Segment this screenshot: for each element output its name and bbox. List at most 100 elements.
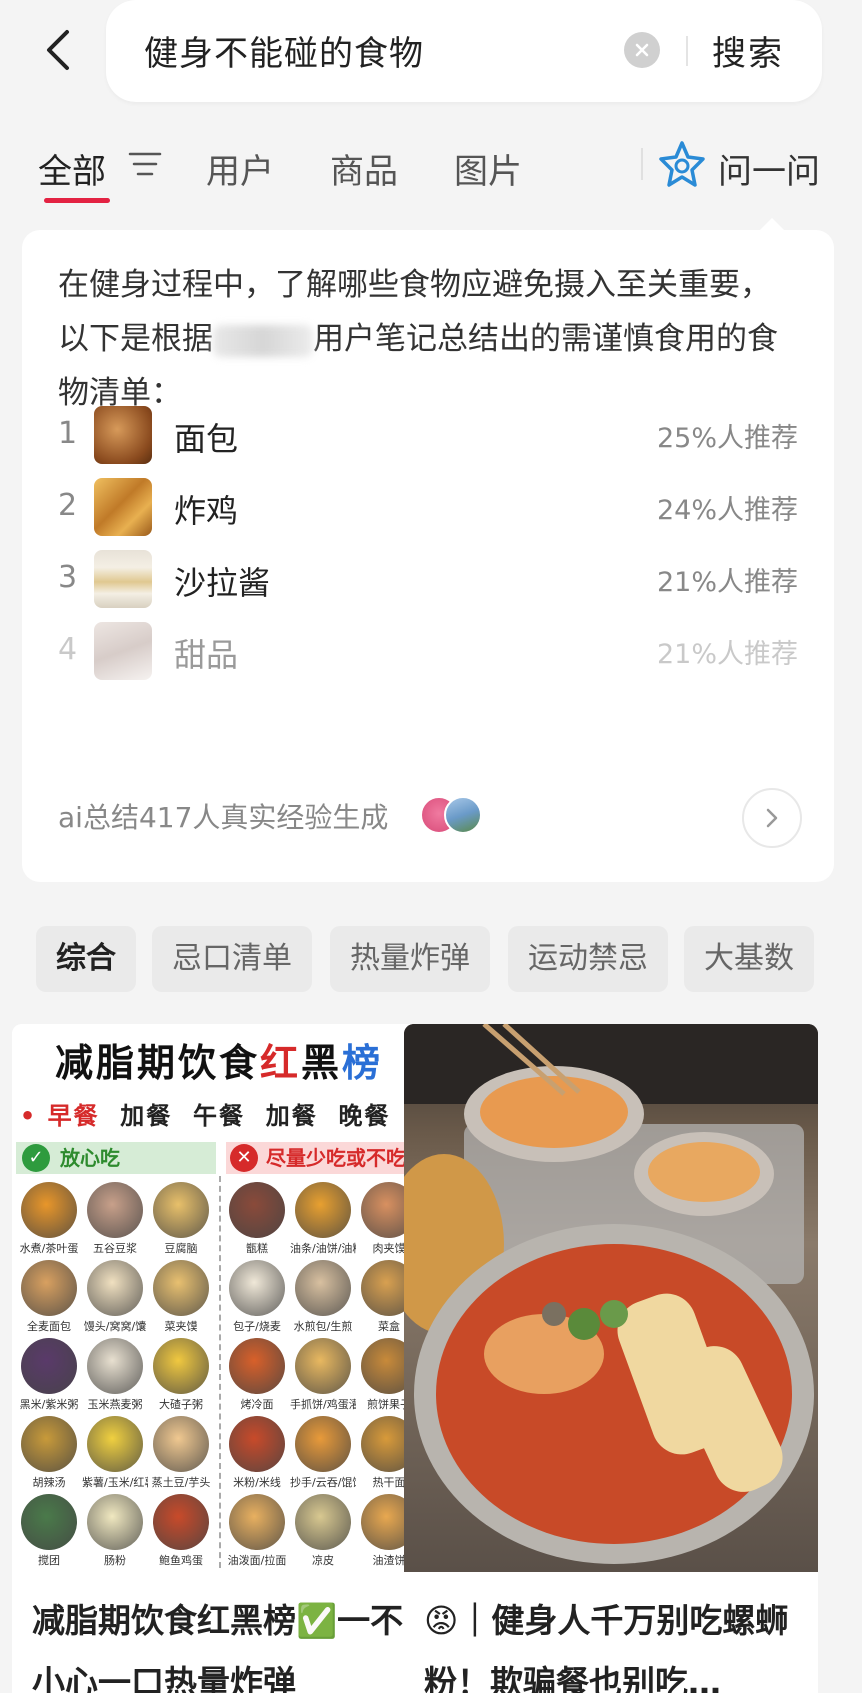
meal-label: 晚餐	[338, 1102, 391, 1130]
poster-food-item: 肠粉	[82, 1494, 148, 1572]
chip-avoid-list[interactable]: 忌口清单	[152, 926, 312, 992]
food-label: 蒸土豆/芋头	[151, 1476, 211, 1489]
tab-images[interactable]: 图片	[454, 144, 522, 193]
meal-label: 加餐	[265, 1102, 318, 1130]
food-photo	[153, 1416, 209, 1472]
poster-food-item: 搅团	[16, 1494, 82, 1572]
food-photo	[87, 1494, 143, 1550]
food-photo	[21, 1494, 77, 1550]
poster-title-part: 黑	[301, 1041, 343, 1085]
food-name: 沙拉酱	[174, 564, 271, 602]
tab-separator	[641, 148, 643, 180]
filter-icon[interactable]	[128, 150, 162, 178]
ask-button-label[interactable]: 问一问	[718, 144, 820, 193]
food-label: 玉米燕麦粥	[87, 1398, 143, 1411]
poster-food-item: 菜夹馍	[148, 1260, 214, 1340]
search-input[interactable]: 健身不能碰的食物 搜索	[106, 0, 822, 102]
poster-food-item: 五谷豆浆	[82, 1182, 148, 1262]
food-photo	[87, 1260, 143, 1316]
note-title[interactable]: 😡｜健身人千万别吃螺蛳粉！欺骗餐也别吃…	[424, 1590, 804, 1693]
food-photo	[229, 1494, 285, 1550]
food-label: 紫薯/玉米/红薯	[82, 1476, 148, 1489]
back-button[interactable]	[36, 22, 80, 78]
food-list-item[interactable]: 3 沙拉酱 21%人推荐	[58, 550, 798, 612]
food-photo	[153, 1260, 209, 1316]
food-photo	[229, 1338, 285, 1394]
poster-title-part: 减脂期饮食	[54, 1041, 260, 1085]
food-photo	[87, 1416, 143, 1472]
food-rank: 1	[58, 416, 78, 451]
blurred-app-name	[213, 324, 313, 357]
food-label: 胡辣汤	[32, 1476, 66, 1489]
note-title[interactable]: 减脂期饮食红黑榜✅一不小心一口热量炸弹	[32, 1590, 412, 1693]
food-label: 烤冷面	[240, 1398, 274, 1411]
food-label: 抄手/云吞/馄饨	[290, 1476, 356, 1489]
note-card[interactable]: 减脂期饮食红黑榜 • 早餐 加餐 午餐 加餐 晚餐 • ✓ 放心吃 ✕ 尽量少吃…	[12, 1024, 426, 1693]
poster-food-item: 全麦面包	[16, 1260, 82, 1340]
search-query[interactable]: 健身不能碰的食物	[144, 26, 424, 75]
food-label: 搅团	[38, 1554, 60, 1567]
poster-food-item: 紫薯/玉米/红薯	[82, 1416, 148, 1496]
food-label: 豆腐脑	[164, 1242, 198, 1255]
food-label: 大碴子粥	[159, 1398, 203, 1411]
ok-label: 放心吃	[60, 1146, 120, 1170]
chip-calorie-bomb[interactable]: 热量炸弹	[330, 926, 490, 992]
food-photo	[153, 1182, 209, 1238]
food-label: 水煮/茶叶蛋	[19, 1242, 79, 1255]
food-label: 油泼面/拉面	[227, 1554, 287, 1567]
avatar-stack	[420, 796, 490, 836]
meal-bar: • 早餐 加餐 午餐 加餐 晚餐 •	[19, 1102, 416, 1130]
food-photo	[87, 1338, 143, 1394]
expand-button[interactable]	[742, 788, 802, 848]
food-list-item[interactable]: 2 炸鸡 24%人推荐	[58, 478, 798, 540]
poster-food-item: 手抓饼/鸡蛋灌饼	[290, 1338, 356, 1418]
food-recommend-pct: 21%人推荐	[656, 639, 798, 670]
chip-comprehensive[interactable]: 综合	[36, 926, 136, 992]
bread-thumbnail	[94, 406, 152, 464]
ai-summary-card[interactable]: 在健身过程中，了解哪些食物应避免摄入至关重要，以下是根据 用户笔记总结出的需谨慎食…	[22, 230, 834, 882]
food-label: 包子/烧麦	[233, 1320, 281, 1333]
poster-food-item: 油泼面/拉面	[224, 1494, 290, 1572]
food-photo	[153, 1338, 209, 1394]
meal-label: 早餐	[47, 1102, 100, 1130]
food-list-item[interactable]: 1 面包 25%人推荐	[58, 406, 798, 468]
poster-food-item: 黑米/紫米粥	[16, 1338, 82, 1418]
poster-food-item: 烤冷面	[224, 1338, 290, 1418]
note-card[interactable]: 😡｜健身人千万别吃螺蛳粉！欺骗餐也别吃…	[404, 1024, 818, 1693]
tab-users[interactable]: 用户	[206, 144, 274, 193]
cross-icon: ✕	[230, 1144, 258, 1172]
sparkle-icon[interactable]	[658, 140, 706, 190]
food-photo	[295, 1494, 351, 1550]
noodle-photo-graphic	[404, 1024, 818, 1564]
food-label: 甑糕	[246, 1242, 268, 1255]
food-photo	[295, 1182, 351, 1238]
food-label: 黑米/紫米粥	[19, 1398, 79, 1411]
food-name: 炸鸡	[174, 492, 239, 530]
search-button[interactable]: 搜索	[712, 26, 784, 75]
meal-label: 加餐	[120, 1102, 173, 1130]
clear-icon[interactable]	[624, 32, 660, 68]
chip-exercise-taboo[interactable]: 运动禁忌	[508, 926, 668, 992]
food-photo	[229, 1260, 285, 1316]
poster-food-item: 豆腐脑	[148, 1182, 214, 1262]
food-recommend-pct: 25%人推荐	[656, 423, 798, 454]
food-photo	[21, 1338, 77, 1394]
poster-image: 减脂期饮食红黑榜 • 早餐 加餐 午餐 加餐 晚餐 • ✓ 放心吃 ✕ 尽量少吃…	[12, 1024, 426, 1572]
food-rank: 4	[58, 632, 78, 667]
food-photo	[21, 1416, 77, 1472]
poster-food-item: 包子/烧麦	[224, 1260, 290, 1340]
tab-products[interactable]: 商品	[330, 144, 398, 193]
food-photo	[295, 1260, 351, 1316]
poster-divider	[219, 1176, 221, 1568]
poster-food-item: 鲍鱼鸡蛋	[148, 1494, 214, 1572]
search-header: 健身不能碰的食物 搜索	[0, 0, 862, 120]
poster-title-part: 榜	[342, 1041, 384, 1085]
food-label: 米粉/米线	[233, 1476, 281, 1489]
poster-food-item: 凉皮	[290, 1494, 356, 1572]
chip-large-base[interactable]: 大基数	[684, 926, 814, 992]
tab-all[interactable]: 全部	[38, 144, 106, 193]
food-list-item[interactable]: 4 甜品 21%人推荐	[58, 622, 798, 684]
food-rank: 2	[58, 488, 78, 523]
food-photo	[21, 1260, 77, 1316]
poster-food-item: 胡辣汤	[16, 1416, 82, 1496]
